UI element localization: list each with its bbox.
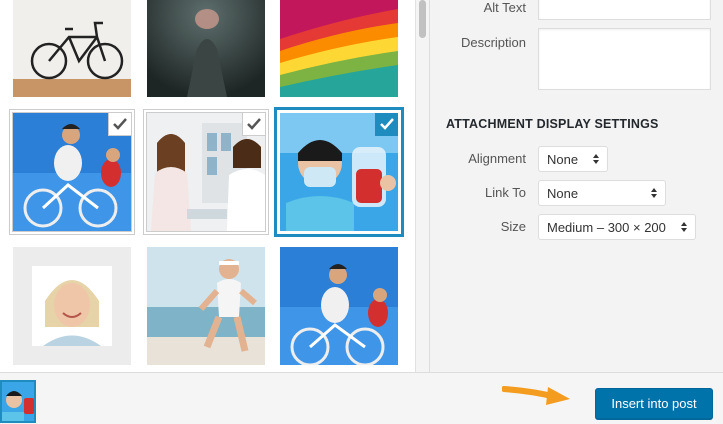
- alignment-label: Alignment: [468, 151, 526, 166]
- cyclists-image-2: [280, 247, 398, 365]
- alignment-value: None: [547, 151, 579, 167]
- description-label: Description: [460, 35, 526, 50]
- link-to-select[interactable]: None: [538, 180, 666, 206]
- select-arrows-icon: [681, 222, 687, 232]
- insert-into-post-button[interactable]: Insert into post: [595, 388, 713, 419]
- selection-preview-thumbnail[interactable]: [0, 380, 36, 423]
- link-to-value: None: [547, 185, 579, 201]
- nurse-mini-image: [2, 382, 34, 421]
- scrollbar-thumb[interactable]: [419, 0, 426, 38]
- media-grid: [0, 0, 415, 372]
- size-value: Medium – 300 × 200: [547, 219, 666, 235]
- select-arrows-icon: [593, 154, 599, 164]
- size-select[interactable]: Medium – 300 × 200: [538, 214, 696, 240]
- display-settings-heading: ATTACHMENT DISPLAY SETTINGS: [446, 117, 659, 131]
- checkmark-icon[interactable]: [243, 113, 265, 135]
- link-to-label: Link To: [485, 185, 526, 200]
- woman-portrait-image: [13, 247, 131, 365]
- alt-text-label: Alt Text: [483, 0, 526, 15]
- size-label: Size: [500, 219, 526, 234]
- attachment-pointing-finger[interactable]: [147, 0, 265, 97]
- attachment-nurse-blood-bag[interactable]: [280, 113, 398, 231]
- media-scrollbar[interactable]: [415, 0, 430, 372]
- attachment-cyclists[interactable]: [12, 112, 132, 232]
- runner-image: [147, 247, 265, 365]
- attachment-rainbow-paper[interactable]: [280, 0, 398, 97]
- finger-image: [147, 0, 265, 97]
- description-textarea[interactable]: [538, 28, 711, 90]
- attachment-beach-runner[interactable]: [147, 247, 265, 365]
- attachment-bicycle[interactable]: [13, 0, 131, 97]
- attachment-cyclists-2[interactable]: [280, 247, 398, 365]
- attachment-doctor-patient[interactable]: [146, 112, 266, 232]
- alignment-select[interactable]: None: [538, 146, 608, 172]
- select-arrows-icon: [651, 188, 657, 198]
- bicycle-image: [13, 0, 131, 97]
- orange-arrow-icon: [502, 386, 570, 405]
- attachment-smiling-woman[interactable]: [13, 247, 131, 365]
- checkmark-icon[interactable]: [376, 113, 398, 135]
- alt-text-input[interactable]: [538, 0, 711, 20]
- rainbow-image: [280, 0, 398, 97]
- checkmark-icon[interactable]: [109, 113, 131, 135]
